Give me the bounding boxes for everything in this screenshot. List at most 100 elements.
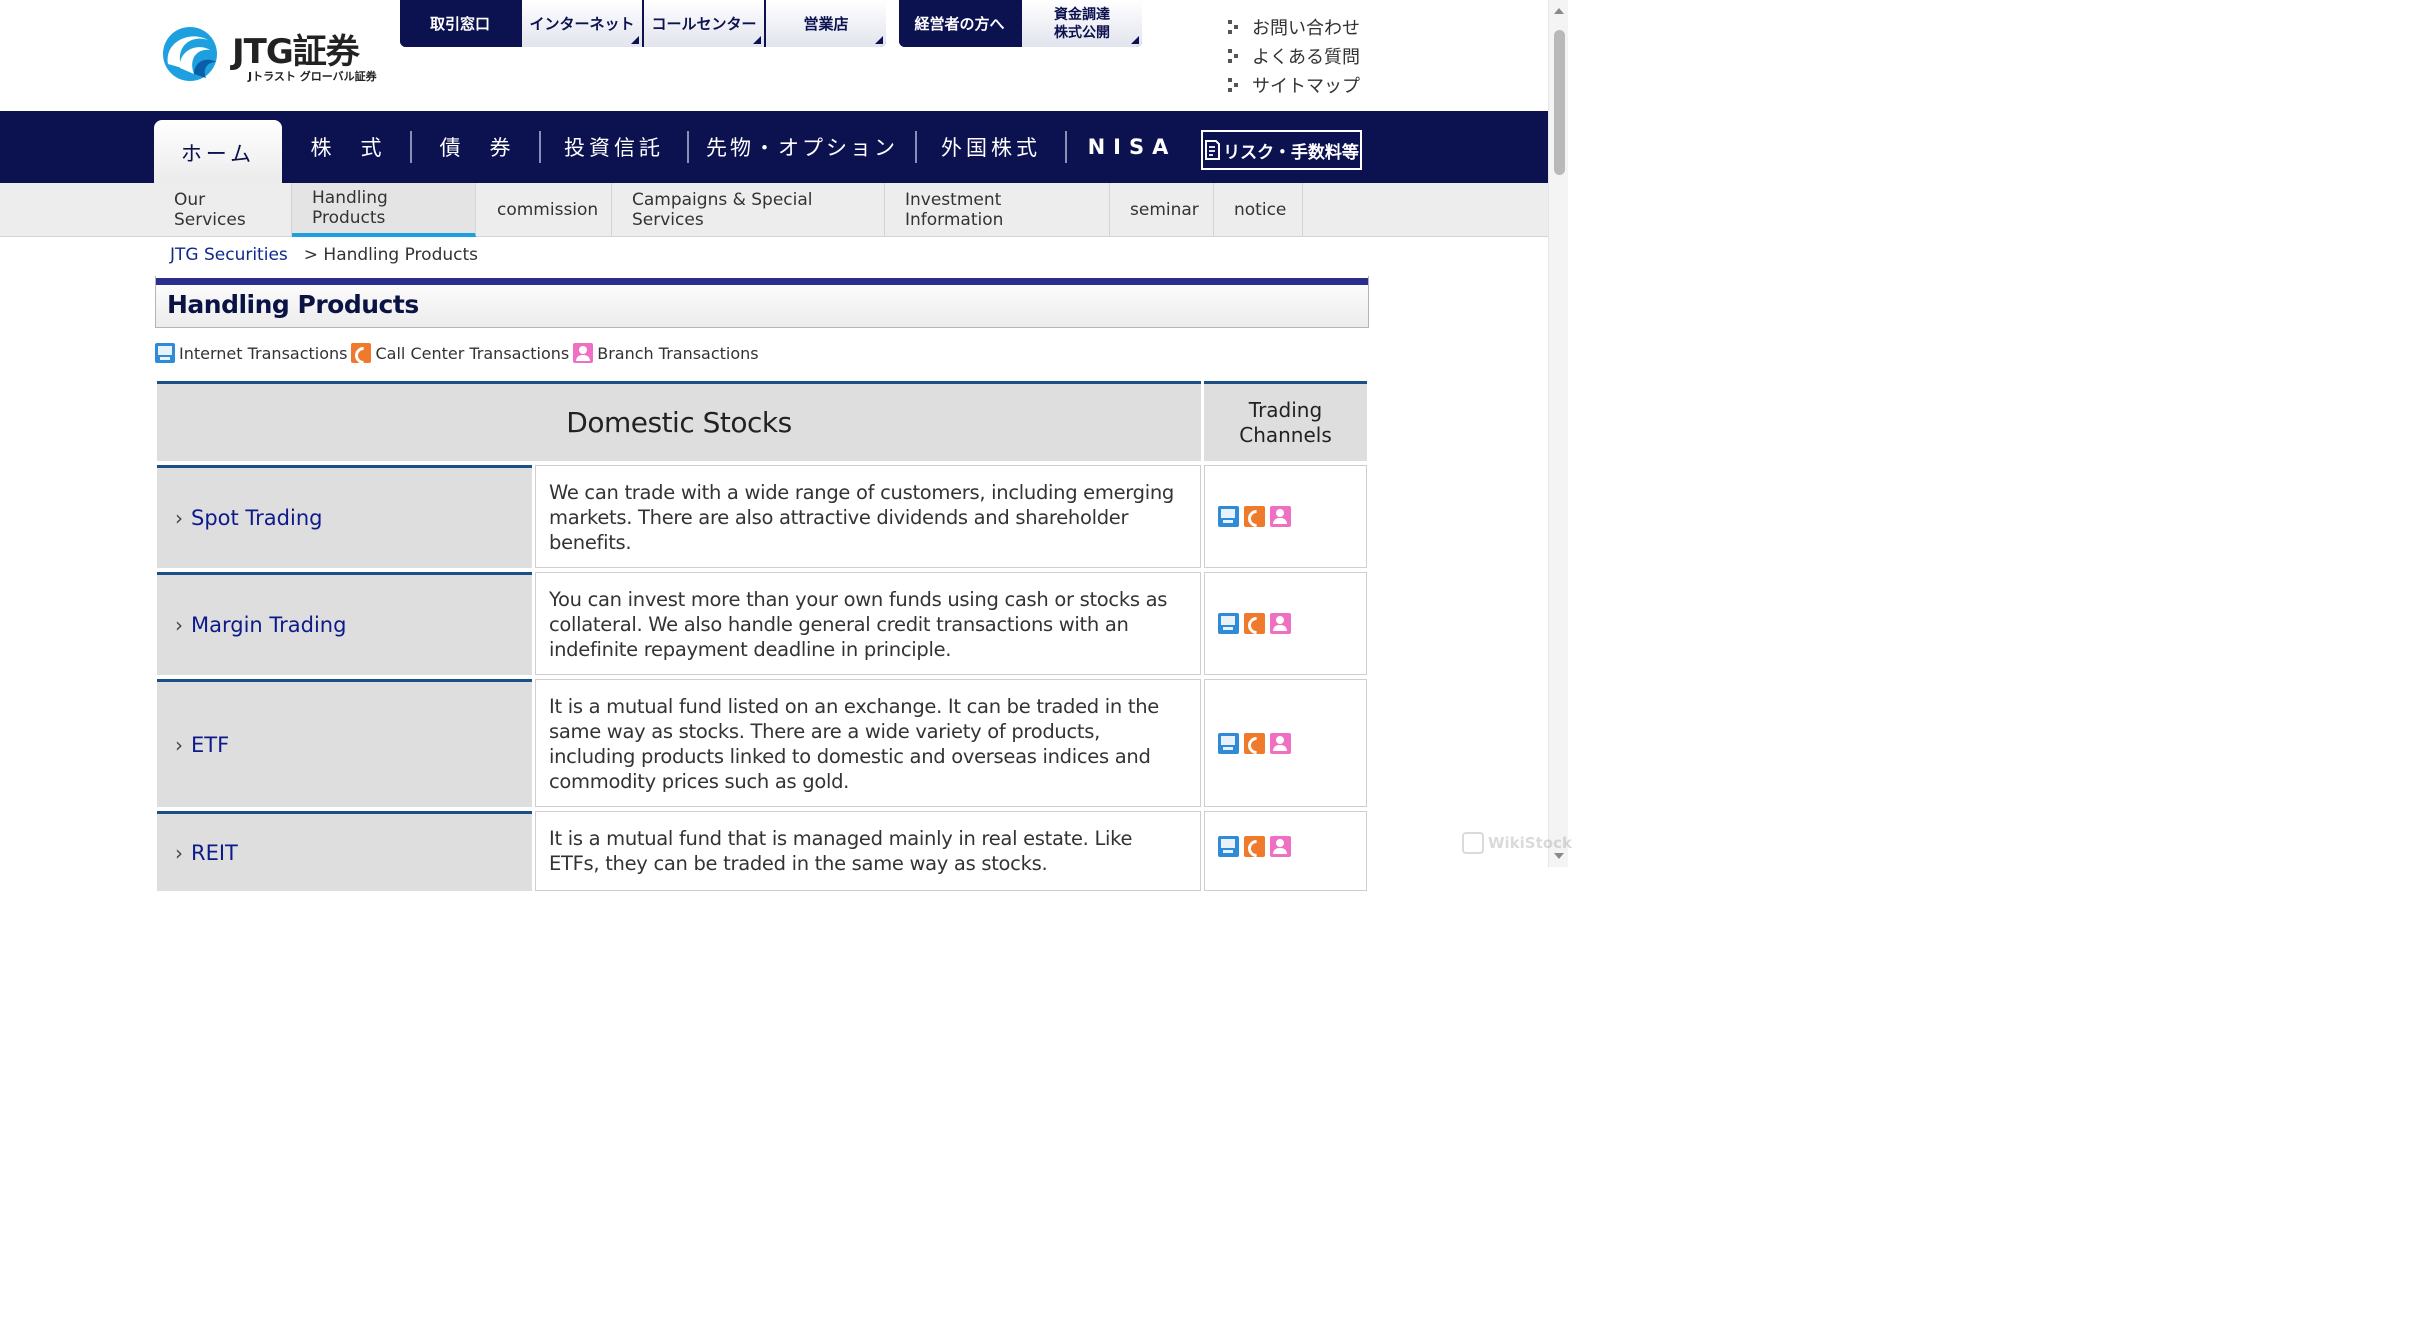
site-header: JTG証券 Jトラスト グローバル証券 取引窓口 インターネット コールセンター… <box>0 0 1548 111</box>
branch-icon <box>1270 613 1291 634</box>
subnav-our-services[interactable]: Our Services <box>154 183 292 237</box>
chevron-right-icon: › <box>175 732 183 757</box>
subnav-notice[interactable]: notice <box>1214 183 1303 237</box>
page-title-box: Handling Products <box>155 276 1369 328</box>
table-row: › Margin Trading You can invest more than… <box>157 572 1367 675</box>
product-name: ETF <box>191 732 230 757</box>
breadcrumb: JTG Securities > Handling Products <box>170 245 478 265</box>
nav-separator <box>687 131 689 163</box>
contact-link[interactable]: お問い合わせ <box>1228 12 1360 41</box>
subnav-campaigns[interactable]: Campaigns & Special Services <box>612 183 885 237</box>
subnav-commission[interactable]: commission <box>477 183 612 237</box>
call-center-icon <box>1244 732 1265 754</box>
nav-separator <box>1065 131 1067 163</box>
nav-nisa[interactable]: NISA <box>1074 111 1190 183</box>
trading-channels-cell <box>1204 572 1367 675</box>
nav-separator <box>539 131 541 163</box>
internet-icon <box>1218 836 1239 857</box>
trading-channels-cell <box>1204 679 1367 807</box>
corner-arrow-icon <box>875 36 883 44</box>
nav-stocks[interactable]: 株 式 <box>292 111 404 183</box>
product-link-spot-trading[interactable]: › Spot Trading <box>157 465 532 568</box>
faq-link[interactable]: よくある質問 <box>1228 41 1360 70</box>
sub-navigation: Our Services Handling Products commissio… <box>0 183 1548 237</box>
fundraising-button[interactable]: 資金調達 株式公開 <box>1020 0 1142 47</box>
nav-bonds[interactable]: 債 券 <box>420 111 534 183</box>
legend-branch-label: Branch Transactions <box>597 343 759 363</box>
product-link-margin-trading[interactable]: › Margin Trading <box>157 572 532 675</box>
branch-button-label: 営業店 <box>803 14 849 33</box>
bullet-icon <box>1228 19 1240 34</box>
bullet-icon <box>1228 48 1240 63</box>
product-description: We can trade with a wide range of custom… <box>535 465 1201 568</box>
top-button-group-trading: 取引窓口 インターネット コールセンター 営業店 <box>400 0 886 47</box>
channel-legend: Internet Transactions Call Center Transa… <box>155 343 763 363</box>
call-center-icon <box>1244 836 1265 857</box>
logo-wordmark: JTG証券 <box>232 32 360 72</box>
nav-separator <box>915 131 917 163</box>
site-logo[interactable]: JTG証券 Jトラスト グローバル証券 <box>160 22 400 84</box>
trading-window-button[interactable]: 取引窓口 <box>400 0 520 47</box>
nav-foreign-stocks[interactable]: 外国株式 <box>924 111 1058 183</box>
subnav-seminar[interactable]: seminar <box>1110 183 1214 237</box>
legend-internet: Internet Transactions <box>155 343 347 363</box>
table-row: › Spot Trading We can trade with a wide r… <box>157 465 1367 568</box>
chevron-right-icon: › <box>175 840 183 865</box>
nav-separator <box>410 131 412 163</box>
breadcrumb-home-link[interactable]: JTG Securities <box>170 245 288 265</box>
logo-subtitle: Jトラスト グローバル証券 <box>248 70 377 83</box>
product-link-reit[interactable]: › REIT <box>157 811 532 891</box>
subnav-investment-information[interactable]: Investment Information <box>885 183 1110 237</box>
product-link-etf[interactable]: › ETF <box>157 679 532 807</box>
document-icon <box>1205 140 1221 160</box>
nav-home[interactable]: ホーム <box>154 120 282 183</box>
top-button-group-business: 経営者の方へ 資金調達 株式公開 <box>899 0 1142 47</box>
call-center-icon <box>1244 506 1265 527</box>
for-executives-button[interactable]: 経営者の方へ <box>899 0 1020 47</box>
nav-investment-trusts[interactable]: 投資信託 <box>548 111 680 183</box>
watermark-logo-icon <box>1462 832 1484 854</box>
branch-icon <box>573 343 594 363</box>
contact-link-label: お問い合わせ <box>1252 17 1360 39</box>
subnav-handling-products[interactable]: Handling Products <box>292 183 476 237</box>
corner-arrow-icon <box>631 36 639 44</box>
trading-channels-cell <box>1204 811 1367 891</box>
chevron-right-icon: › <box>175 506 183 530</box>
internet-icon <box>1218 613 1239 634</box>
scroll-up-icon[interactable] <box>1554 8 1564 14</box>
table-row: › ETF It is a mutual fund listed on an ex… <box>157 679 1367 807</box>
internet-button[interactable]: インターネット <box>520 0 642 47</box>
nav-futures-options[interactable]: 先物・オプション <box>696 111 908 183</box>
branch-icon <box>1270 836 1291 857</box>
branch-icon <box>1270 732 1291 754</box>
sitemap-link[interactable]: サイトマップ <box>1228 70 1360 99</box>
utility-links: お問い合わせ よくある質問 サイトマップ <box>1228 12 1360 99</box>
corner-arrow-icon <box>1131 36 1139 44</box>
call-center-icon <box>351 343 372 363</box>
risk-fees-label: リスク・手数料等 <box>1223 142 1359 163</box>
branch-button[interactable]: 営業店 <box>764 0 886 47</box>
product-description: You can invest more than your own funds … <box>535 572 1201 675</box>
sitemap-link-label: サイトマップ <box>1252 75 1360 97</box>
product-description: It is a mutual fund listed on an exchang… <box>535 679 1201 807</box>
product-name: Margin Trading <box>191 613 347 637</box>
product-name: REIT <box>191 840 238 865</box>
legend-internet-label: Internet Transactions <box>179 343 348 363</box>
internet-icon <box>155 343 175 363</box>
legend-branch: Branch Transactions <box>573 343 759 363</box>
product-name: Spot Trading <box>191 506 323 530</box>
page-scrollbar[interactable] <box>1548 0 1568 867</box>
chevron-right-icon: › <box>175 613 183 637</box>
risk-fees-button[interactable]: リスク・手数料等 <box>1201 130 1362 170</box>
logo-swirl-icon <box>163 27 217 81</box>
call-center-button[interactable]: コールセンター <box>642 0 764 47</box>
faq-link-label: よくある質問 <box>1252 46 1360 68</box>
breadcrumb-current: > Handling Products <box>303 245 478 265</box>
branch-icon <box>1270 506 1291 527</box>
call-center-button-label: コールセンター <box>651 14 757 33</box>
corner-arrow-icon <box>753 36 761 44</box>
table-header-trading-channels: Trading Channels <box>1204 381 1367 461</box>
page-title: Handling Products <box>167 290 419 319</box>
watermark: WikiStock <box>1462 832 1572 854</box>
scrollbar-thumb[interactable] <box>1554 30 1565 175</box>
